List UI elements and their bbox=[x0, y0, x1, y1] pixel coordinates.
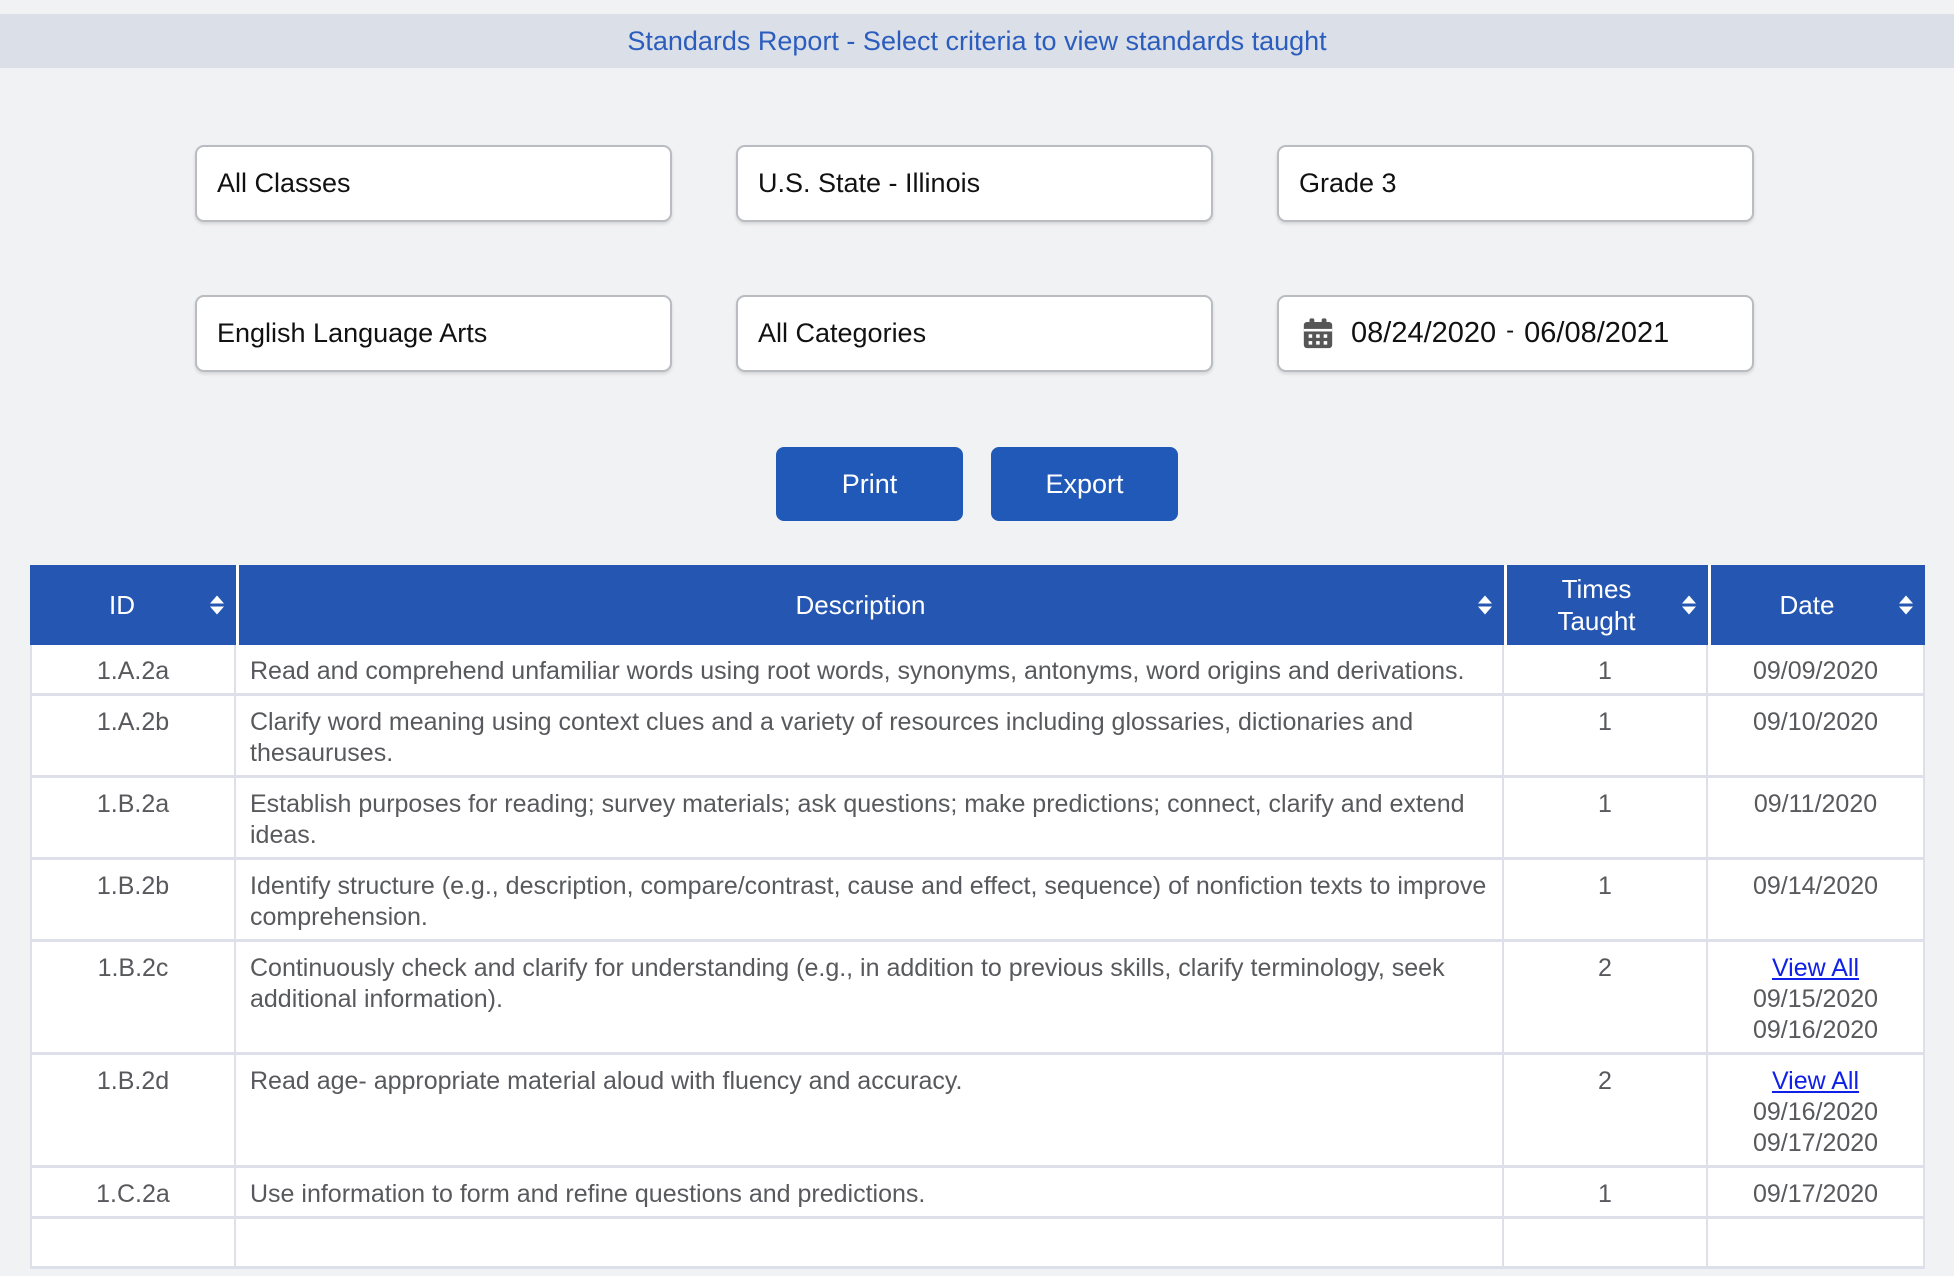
sort-icon bbox=[210, 596, 224, 615]
standard-description: Use information to form and refine quest… bbox=[236, 1168, 1504, 1219]
date-range-separator: - bbox=[1506, 317, 1514, 345]
times-taught-value: 1 bbox=[1504, 778, 1708, 860]
times-taught-value: 1 bbox=[1504, 645, 1708, 696]
table-row: 1.C.2a Use information to form and refin… bbox=[30, 1168, 1925, 1219]
standard-description: Identify structure (e.g., description, c… bbox=[236, 860, 1504, 942]
taught-date: 09/09/2020 bbox=[1722, 656, 1909, 687]
standard-description: Read and comprehend unfamiliar words usi… bbox=[236, 645, 1504, 696]
taught-date: 09/11/2020 bbox=[1722, 789, 1909, 820]
times-taught-value: 2 bbox=[1504, 942, 1708, 1055]
categories-dropdown[interactable]: All Categories bbox=[736, 295, 1213, 372]
standard-id: 1.B.2b bbox=[30, 860, 236, 942]
subject-dropdown[interactable]: English Language Arts bbox=[195, 295, 672, 372]
standard-description: Establish purposes for reading; survey m… bbox=[236, 778, 1504, 860]
taught-date: 09/10/2020 bbox=[1722, 707, 1909, 738]
table-row: 1.A.2a Read and comprehend unfamiliar wo… bbox=[30, 645, 1925, 696]
sort-icon bbox=[1682, 596, 1696, 615]
categories-dropdown-value: All Categories bbox=[758, 318, 926, 349]
page-title: Standards Report - Select criteria to vi… bbox=[627, 26, 1326, 57]
times-taught-value: 1 bbox=[1504, 696, 1708, 778]
taught-date: 09/16/2020 bbox=[1722, 1015, 1909, 1046]
table-row: 1.A.2b Clarify word meaning using contex… bbox=[30, 696, 1925, 778]
column-header-times-taught-label: Times Taught bbox=[1544, 573, 1649, 638]
view-all-link[interactable]: View All bbox=[1722, 953, 1909, 984]
sort-icon bbox=[1478, 596, 1492, 615]
column-header-description-label: Description bbox=[795, 589, 925, 622]
calendar-icon bbox=[1301, 317, 1335, 351]
column-header-times-taught[interactable]: Times Taught bbox=[1504, 565, 1708, 645]
column-header-description[interactable]: Description bbox=[236, 565, 1504, 645]
print-button[interactable]: Print bbox=[776, 447, 963, 521]
date-cell: View All 09/15/2020 09/16/2020 bbox=[1708, 942, 1925, 1055]
standard-id: 1.B.2c bbox=[30, 942, 236, 1055]
state-dropdown-value: U.S. State - Illinois bbox=[758, 168, 980, 199]
classes-dropdown[interactable]: All Classes bbox=[195, 145, 672, 222]
column-header-date[interactable]: Date bbox=[1708, 565, 1925, 645]
standard-description: Read age- appropriate material aloud wit… bbox=[236, 1055, 1504, 1168]
standard-id: 1.A.2b bbox=[30, 696, 236, 778]
standard-id: 1.A.2a bbox=[30, 645, 236, 696]
standards-table: ID Description Times Taught Date 1.A.2a … bbox=[30, 565, 1925, 1269]
export-button[interactable]: Export bbox=[991, 447, 1178, 521]
times-taught-value: 2 bbox=[1504, 1055, 1708, 1168]
standard-id: 1.B.2d bbox=[30, 1055, 236, 1168]
table-row: 1.B.2b Identify structure (e.g., descrip… bbox=[30, 860, 1925, 942]
taught-date: 09/17/2020 bbox=[1722, 1179, 1909, 1210]
table-header-row: ID Description Times Taught Date bbox=[30, 565, 1925, 645]
column-header-id-label: ID bbox=[109, 589, 135, 622]
date-range-end: 06/08/2021 bbox=[1524, 317, 1669, 350]
view-all-link[interactable]: View All bbox=[1722, 1066, 1909, 1097]
taught-date: 09/17/2020 bbox=[1722, 1128, 1909, 1159]
action-buttons: Print Export bbox=[0, 447, 1954, 521]
taught-date: 09/16/2020 bbox=[1722, 1097, 1909, 1128]
subject-dropdown-value: English Language Arts bbox=[217, 318, 487, 349]
taught-date: 09/14/2020 bbox=[1722, 871, 1909, 902]
date-cell: 09/09/2020 bbox=[1708, 645, 1925, 696]
date-range-picker[interactable]: 08/24/2020 - 06/08/2021 bbox=[1277, 295, 1754, 372]
grade-dropdown-value: Grade 3 bbox=[1299, 168, 1397, 199]
date-cell: 09/11/2020 bbox=[1708, 778, 1925, 860]
times-taught-value: 1 bbox=[1504, 1168, 1708, 1219]
table-row: 1.B.2a Establish purposes for reading; s… bbox=[30, 778, 1925, 860]
table-row: 1.B.2c Continuously check and clarify fo… bbox=[30, 942, 1925, 1055]
taught-date: 09/15/2020 bbox=[1722, 984, 1909, 1015]
column-header-id[interactable]: ID bbox=[30, 565, 236, 645]
standard-id: 1.B.2a bbox=[30, 778, 236, 860]
date-range-start: 08/24/2020 bbox=[1351, 317, 1496, 350]
date-cell: 09/10/2020 bbox=[1708, 696, 1925, 778]
sort-icon bbox=[1899, 596, 1913, 615]
standard-id: 1.C.2a bbox=[30, 1168, 236, 1219]
date-cell: 09/17/2020 bbox=[1708, 1168, 1925, 1219]
state-dropdown[interactable]: U.S. State - Illinois bbox=[736, 145, 1213, 222]
table-row: 1.B.2d Read age- appropriate material al… bbox=[30, 1055, 1925, 1168]
date-cell: 09/14/2020 bbox=[1708, 860, 1925, 942]
column-header-date-label: Date bbox=[1780, 589, 1835, 622]
filter-section: All Classes U.S. State - Illinois Grade … bbox=[0, 145, 1954, 372]
times-taught-value: 1 bbox=[1504, 860, 1708, 942]
standard-description: Continuously check and clarify for under… bbox=[236, 942, 1504, 1055]
standard-description: Clarify word meaning using context clues… bbox=[236, 696, 1504, 778]
title-bar: Standards Report - Select criteria to vi… bbox=[0, 14, 1954, 68]
date-cell: View All 09/16/2020 09/17/2020 bbox=[1708, 1055, 1925, 1168]
grade-dropdown[interactable]: Grade 3 bbox=[1277, 145, 1754, 222]
classes-dropdown-value: All Classes bbox=[217, 168, 351, 199]
